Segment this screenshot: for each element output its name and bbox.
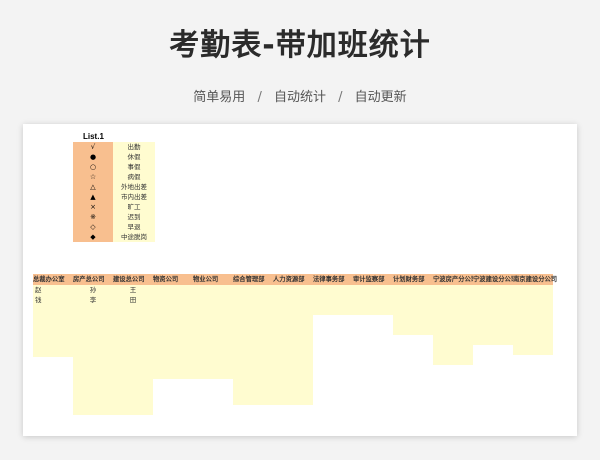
department-header[interactable]: 计划财务部 [393, 274, 433, 285]
department-header[interactable]: 总裁办公室 [33, 274, 73, 285]
legend-symbol: ☆ [73, 172, 113, 182]
employee-cell[interactable]: 田 [113, 295, 153, 305]
department-column: 房产总公司孙李 [73, 274, 113, 415]
department-body [353, 285, 393, 315]
legend-title: List.1 [83, 132, 104, 141]
department-body [473, 285, 513, 345]
department-header[interactable]: 法律事务部 [313, 274, 353, 285]
legend-symbol: ○ [73, 162, 113, 172]
department-body: 孙李 [73, 285, 113, 415]
department-header[interactable]: 人力资源部 [273, 274, 313, 285]
department-body [233, 285, 273, 405]
department-column: 建设总公司王田 [113, 274, 153, 415]
legend-symbol: ◆ [73, 232, 113, 242]
department-header[interactable]: 综合管理部 [233, 274, 273, 285]
page-title: 考勤表-带加班统计 [169, 28, 431, 63]
feature-auto-update: 自动更新 [354, 90, 407, 105]
department-header[interactable]: 建设总公司 [113, 274, 153, 285]
department-header[interactable]: 南京建设分公司 [513, 274, 557, 285]
feature-auto-stats: 自动统计 [273, 90, 326, 105]
separator: / [338, 90, 343, 105]
department-body [313, 285, 353, 315]
department-column: 综合管理部 [233, 274, 273, 405]
department-body: 王田 [113, 285, 153, 415]
employee-cell[interactable]: 赵 [33, 285, 73, 295]
legend-symbol: ◇ [73, 222, 113, 232]
department-column: 法律事务部 [313, 274, 353, 315]
legend-row: √ 出勤 [73, 142, 155, 152]
department-body [393, 285, 433, 335]
employee-cell[interactable]: 王 [113, 285, 153, 295]
legend-label: 休假 [113, 152, 155, 162]
feature-simple: 简单易用 [193, 90, 246, 105]
legend-label: 出勤 [113, 142, 155, 152]
department-body [273, 285, 313, 405]
legend-label: 外地出差 [113, 182, 155, 192]
legend-row: △ 外地出差 [73, 182, 155, 192]
separator: / [257, 90, 262, 105]
legend-row: × 旷工 [73, 202, 155, 212]
legend-row: ● 休假 [73, 152, 155, 162]
department-body [433, 285, 473, 365]
department-column: 审计监察部 [353, 274, 393, 315]
legend-label: 病假 [113, 172, 155, 182]
department-header[interactable]: 房产总公司 [73, 274, 113, 285]
legend-symbol: × [73, 202, 113, 212]
legend-symbol: △ [73, 182, 113, 192]
spreadsheet-preview: List.1 √ 出勤 ● 休假 ○ 事假 ☆ 病假 △ 外地出差 ▲ 市内出差 × 旷工 ※ 迟到 ◇ 早退 ◆ 中… [23, 124, 577, 436]
department-column: 计划财务部 [393, 274, 433, 335]
department-header[interactable]: 审计监察部 [353, 274, 393, 285]
employee-cell[interactable]: 孙 [73, 285, 113, 295]
attendance-legend: √ 出勤 ● 休假 ○ 事假 ☆ 病假 △ 外地出差 ▲ 市内出差 × 旷工 ※ 迟到 ◇ 早退 ◆ 中途脱岗 [73, 142, 155, 242]
employee-cell[interactable]: 钱 [33, 295, 73, 305]
legend-row: ◇ 早退 [73, 222, 155, 232]
department-body [513, 285, 553, 355]
department-column: 物资公司 [153, 274, 193, 379]
legend-label: 事假 [113, 162, 155, 172]
department-header[interactable]: 物业公司 [193, 274, 233, 285]
department-header[interactable]: 物资公司 [153, 274, 193, 285]
legend-label: 旷工 [113, 202, 155, 212]
legend-label: 早退 [113, 222, 155, 232]
feature-line: 简单易用 / 自动统计 / 自动更新 [0, 86, 600, 105]
legend-symbol: √ [73, 142, 113, 152]
department-column: 物业公司 [193, 274, 233, 379]
department-column: 总裁办公室赵钱 [33, 274, 73, 357]
department-body [193, 285, 233, 379]
department-body: 赵钱 [33, 285, 73, 357]
department-column: 宁波建设分公司 [473, 274, 517, 345]
department-column: 人力资源部 [273, 274, 313, 405]
legend-row: ▲ 市内出差 [73, 192, 155, 202]
legend-label: 中途脱岗 [113, 232, 155, 242]
legend-row: ◆ 中途脱岗 [73, 232, 155, 242]
legend-row: ☆ 病假 [73, 172, 155, 182]
legend-symbol: ※ [73, 212, 113, 222]
department-column: 南京建设分公司 [513, 274, 557, 355]
legend-row: ○ 事假 [73, 162, 155, 172]
employee-cell[interactable]: 李 [73, 295, 113, 305]
legend-symbol: ▲ [73, 192, 113, 202]
legend-label: 迟到 [113, 212, 155, 222]
legend-row: ※ 迟到 [73, 212, 155, 222]
department-body [153, 285, 193, 379]
legend-symbol: ● [73, 152, 113, 162]
legend-label: 市内出差 [113, 192, 155, 202]
department-header[interactable]: 宁波建设分公司 [473, 274, 517, 285]
department-header[interactable]: 宁波房产分公司 [433, 274, 477, 285]
department-column: 宁波房产分公司 [433, 274, 477, 365]
